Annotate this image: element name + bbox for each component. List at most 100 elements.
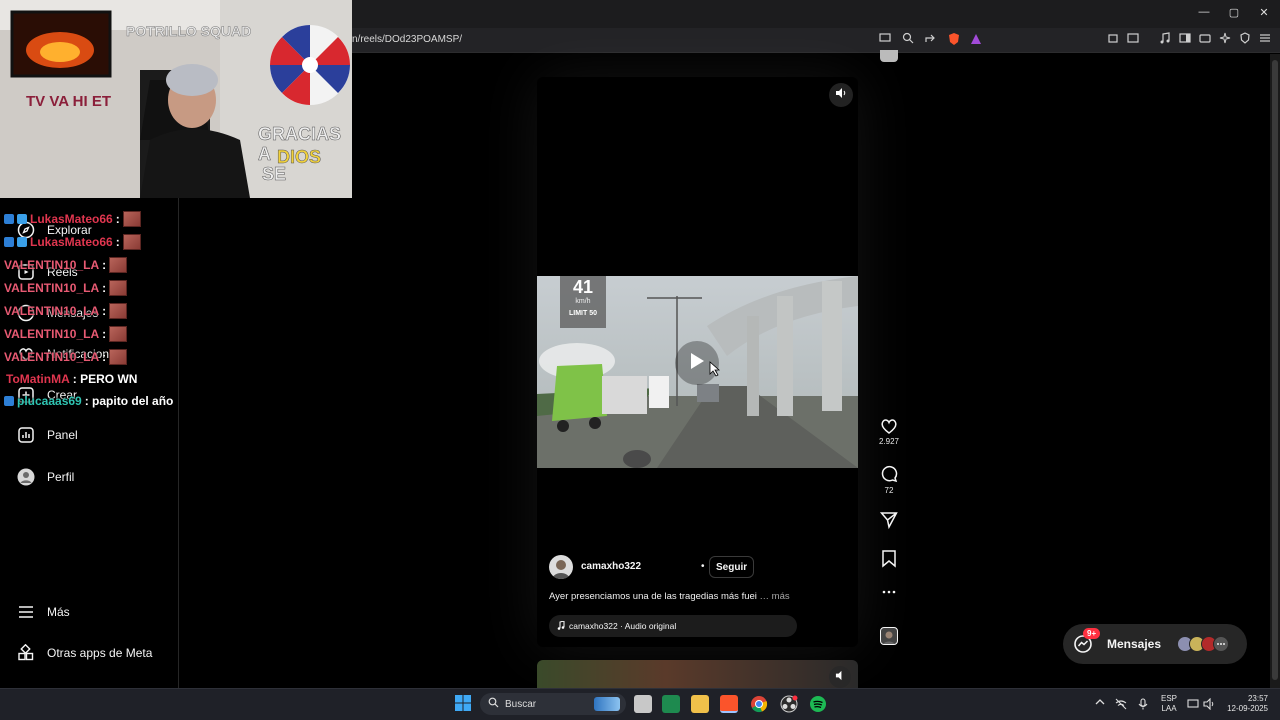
language-indicator[interactable]: ESP LAA — [1161, 694, 1177, 714]
search-highlight-icon — [594, 697, 620, 711]
save-button[interactable] — [874, 550, 904, 571]
audio-thumbnail[interactable] — [880, 627, 898, 645]
chat-message: VALENTIN10_LA : — [4, 303, 128, 319]
chat-badge-icon — [4, 214, 14, 224]
chat-message: ToMatinMA : PERO WN — [6, 372, 137, 386]
brave-rewards-icon[interactable] — [968, 32, 984, 48]
chat-text: : — [102, 304, 107, 318]
close-button[interactable]: ✕ — [1254, 6, 1274, 19]
emote-icon — [109, 326, 128, 342]
vpn-shield-icon[interactable] — [1237, 32, 1253, 48]
screen-icon[interactable] — [877, 32, 893, 48]
caption-text: Ayer presenciamos una de las tragedias m… — [549, 591, 757, 602]
display-icon[interactable] — [1187, 697, 1199, 715]
chat-message: plucaaas69 : papito del año — [4, 394, 173, 408]
more-dots-icon — [1213, 636, 1230, 652]
more-link[interactable]: … más — [760, 591, 790, 602]
messages-badge: 9+ — [1083, 628, 1101, 639]
microphone-icon[interactable] — [1138, 697, 1148, 715]
comment-count: 72 — [884, 486, 894, 495]
share-icon[interactable] — [922, 32, 938, 48]
chat-text: : papito del año — [84, 394, 174, 408]
sidebar-item-label: Más — [47, 605, 70, 619]
sidebar-toggle-icon[interactable] — [1177, 32, 1193, 48]
chat-text: : — [102, 281, 107, 295]
brave-shield-icon[interactable] — [946, 32, 962, 48]
sidebar-item-panel[interactable]: Panel — [17, 424, 78, 446]
author-avatar[interactable] — [549, 555, 573, 579]
prev-reel-author-avatar[interactable] — [880, 50, 898, 62]
app-icon[interactable] — [662, 695, 680, 713]
volume-icon[interactable] — [1203, 697, 1215, 715]
audio-label: camaxho322 · Audio original — [569, 621, 677, 631]
task-view-icon[interactable] — [634, 695, 652, 713]
obs-icon[interactable] — [780, 695, 798, 718]
minimize-button[interactable]: — — [1194, 6, 1214, 18]
chat-username: VALENTIN10_LA — [4, 304, 100, 318]
mute-button[interactable] — [829, 666, 851, 688]
emote-icon — [109, 280, 128, 296]
chat-message: LukasMateo66 : — [4, 211, 141, 227]
separator-dot: • — [701, 561, 705, 572]
heart-icon — [874, 418, 904, 434]
comment-button[interactable]: 72 — [874, 465, 904, 495]
extensions-icon[interactable] — [1105, 32, 1121, 48]
cursor-icon — [709, 361, 721, 382]
more-options-button[interactable] — [874, 590, 904, 597]
messenger-icon: 9+ — [1073, 628, 1101, 654]
language-code: ESP — [1161, 694, 1178, 703]
reel-caption: Ayer presenciamos una de las tragedias m… — [549, 591, 790, 602]
gracias-sign-text: A — [258, 144, 271, 164]
tab-icon[interactable] — [1125, 32, 1141, 48]
comment-icon — [874, 465, 904, 483]
brave-browser-icon[interactable] — [720, 695, 738, 713]
chat-message: VALENTIN10_LA : — [4, 280, 128, 296]
maximize-button[interactable]: ▢ — [1224, 6, 1244, 19]
gracias-sign-text: GRACIAS — [258, 124, 341, 144]
avatar-icon — [17, 468, 35, 486]
author-username[interactable]: camaxho322 — [581, 561, 641, 572]
page-scrollbar[interactable] — [1270, 54, 1280, 688]
network-off-icon[interactable] — [1115, 697, 1127, 715]
chrome-icon[interactable] — [750, 695, 768, 718]
like-button[interactable]: 2.927 — [874, 418, 904, 446]
spotify-icon[interactable] — [809, 695, 827, 718]
chat-username: LukasMateo66 — [30, 212, 113, 226]
chat-username: ToMatinMA — [6, 372, 70, 386]
chat-badge-icon — [4, 237, 14, 247]
taskbar-search[interactable]: Buscar — [480, 693, 626, 715]
leo-ai-icon[interactable] — [1217, 32, 1233, 48]
keyboard-layout: LAA — [1161, 704, 1177, 713]
system-clock[interactable]: 23:57 12-09-2025 — [1224, 694, 1268, 714]
share-button[interactable] — [874, 511, 904, 532]
file-explorer-icon[interactable] — [691, 695, 709, 713]
emote-icon — [109, 303, 128, 319]
sidebar-item-label: Perfil — [47, 470, 75, 484]
emote-icon — [109, 257, 128, 273]
bookmark-icon — [874, 550, 904, 568]
follow-button[interactable]: Seguir — [709, 556, 755, 578]
menu-icon[interactable] — [1257, 32, 1273, 48]
zoom-icon[interactable] — [900, 32, 916, 48]
chevron-up-icon[interactable] — [1095, 698, 1105, 709]
sidebar-item-otras-apps[interactable]: Otras apps de Meta — [17, 642, 152, 664]
speaker-icon — [835, 668, 846, 686]
address-bar[interactable]: n/reels/DOd23POAMSP/ — [352, 34, 462, 45]
chart-icon — [17, 426, 35, 444]
more-dots-icon — [874, 590, 904, 594]
music-icon[interactable] — [1157, 32, 1173, 48]
sidebar-item-perfil[interactable]: Perfil — [17, 466, 74, 488]
windows-start-icon[interactable] — [455, 695, 471, 716]
sidebar-item-mas[interactable]: Más — [17, 601, 70, 623]
chat-text: : PERO WN — [72, 372, 138, 386]
messages-pill[interactable]: 9+ Mensajes — [1063, 624, 1247, 664]
mute-button[interactable] — [829, 83, 853, 107]
speed-value: 41 — [572, 277, 594, 297]
wallet-icon[interactable] — [1197, 32, 1213, 48]
audio-pill[interactable]: camaxho322 · Audio original — [549, 615, 797, 637]
clock-time: 23:57 — [1247, 694, 1268, 703]
play-icon — [688, 351, 706, 376]
chat-badge-icon — [17, 237, 27, 247]
next-reel-preview[interactable] — [537, 660, 858, 688]
clock-date: 12-09-2025 — [1227, 704, 1268, 713]
